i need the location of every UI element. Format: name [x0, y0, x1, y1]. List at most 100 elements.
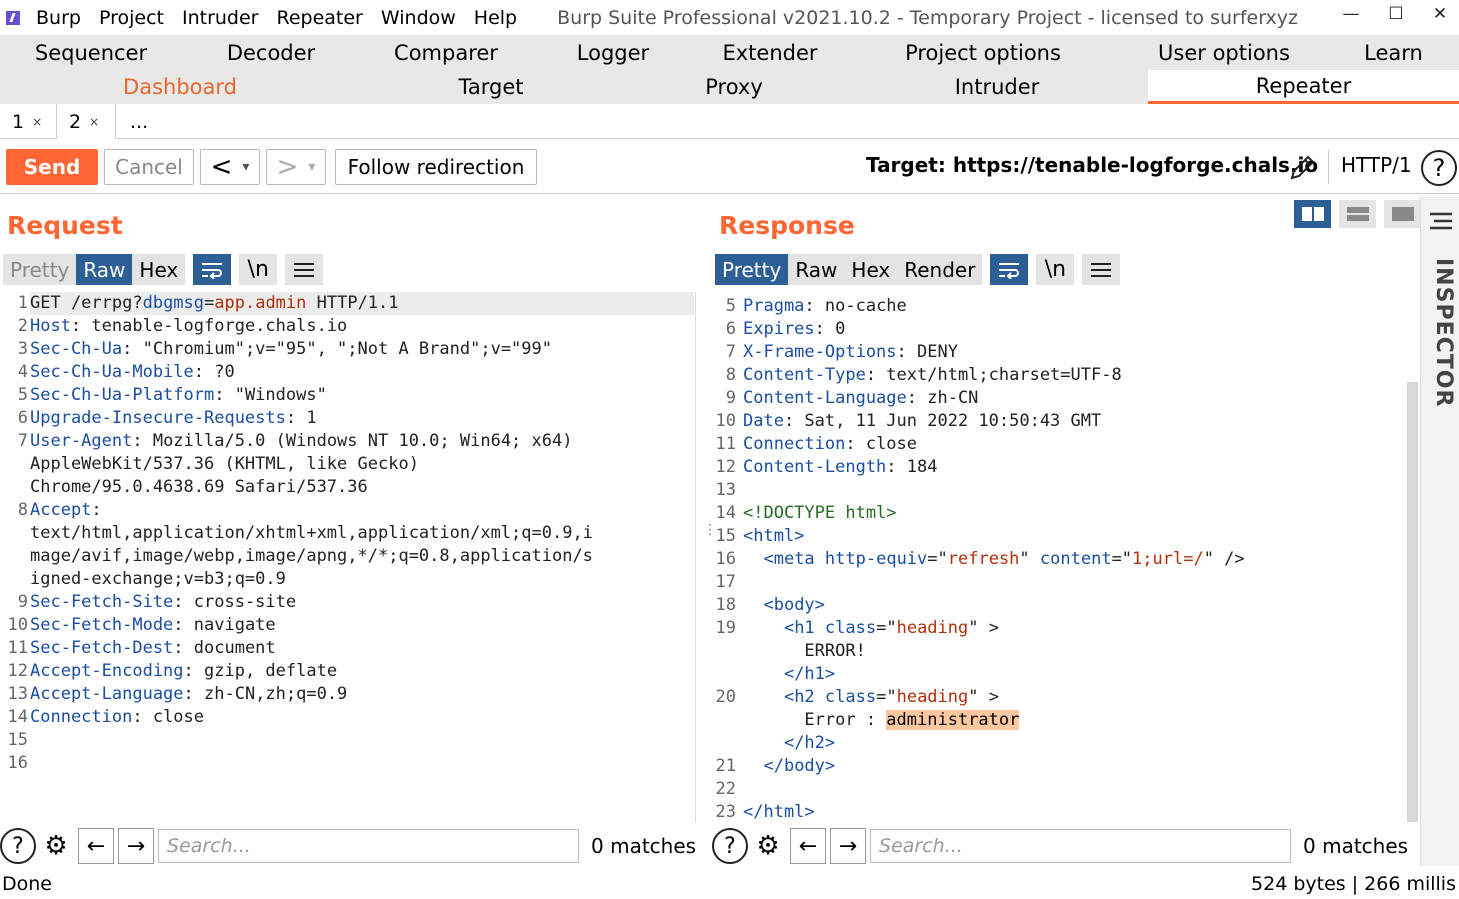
code-line[interactable]: [743, 778, 1245, 801]
follow-redirection-button[interactable]: Follow redirection: [335, 149, 537, 185]
response-scrollbar[interactable]: [1407, 382, 1418, 822]
code-line[interactable]: <body>: [743, 594, 1245, 617]
request-view-hex[interactable]: Hex: [132, 254, 186, 285]
wrap-icon[interactable]: [990, 254, 1029, 285]
code-line[interactable]: </body>: [743, 755, 1245, 778]
code-line[interactable]: Accept:: [30, 499, 694, 522]
response-view-render[interactable]: Render: [897, 254, 983, 285]
code-line[interactable]: Connection: close: [30, 706, 694, 729]
single-layout-icon[interactable]: [1384, 200, 1421, 228]
code-line[interactable]: </html>: [743, 801, 1245, 824]
settings-gear-icon[interactable]: ⚙: [750, 828, 786, 864]
menu-project[interactable]: Project: [99, 7, 164, 29]
request-view-raw[interactable]: Raw: [76, 254, 133, 285]
tab-learn[interactable]: Learn: [1328, 35, 1459, 70]
search-next-arrow-icon[interactable]: →: [830, 828, 866, 864]
response-view-pretty[interactable]: Pretty: [715, 254, 789, 285]
menu-repeater[interactable]: Repeater: [276, 7, 362, 29]
code-line[interactable]: mage/avif,image/webp,image/apng,*/*;q=0.…: [30, 545, 694, 568]
search-next-arrow-icon[interactable]: →: [118, 828, 154, 864]
code-line[interactable]: igned-exchange;v=b3;q=0.9: [30, 568, 694, 591]
search-prev-arrow-icon[interactable]: ←: [78, 828, 114, 864]
code-line[interactable]: Pragma: no-cache: [743, 295, 1245, 318]
wrap-icon[interactable]: [193, 254, 232, 285]
menu-help[interactable]: Help: [474, 7, 517, 29]
response-editor[interactable]: 5 6 7 8 9 10 11 12 13 14 15 16 17 18 19 20 21 22 23 Pragma…: [710, 295, 1406, 825]
code-line[interactable]: AppleWebKit/537.36 (KHTML, like Gecko): [30, 453, 694, 476]
close-tab-icon[interactable]: ×: [89, 115, 99, 129]
menu-icon[interactable]: [1082, 254, 1121, 285]
send-button[interactable]: Send: [6, 149, 98, 185]
code-line[interactable]: Connection: close: [743, 433, 1245, 456]
code-line[interactable]: GET /errpg?dbgmsg=app.admin HTTP/1.1: [30, 292, 694, 315]
cancel-button[interactable]: Cancel: [104, 149, 194, 185]
inspector-label[interactable]: INSPECTOR: [1424, 258, 1456, 407]
code-line[interactable]: [30, 752, 694, 775]
menu-burp[interactable]: Burp: [36, 7, 81, 29]
menu-icon[interactable]: [285, 254, 324, 285]
help-icon[interactable]: ?: [712, 828, 748, 864]
code-line[interactable]: text/html,application/xhtml+xml,applicat…: [30, 522, 694, 545]
newline-icon[interactable]: \n: [239, 254, 278, 285]
newline-icon[interactable]: \n: [1036, 254, 1075, 285]
code-line[interactable]: Content-Language: zh-CN: [743, 387, 1245, 410]
code-line[interactable]: Sec-Fetch-Dest: document: [30, 637, 694, 660]
code-line[interactable]: </h2>: [743, 732, 1245, 755]
response-view-hex[interactable]: Hex: [844, 254, 898, 285]
code-line[interactable]: <!DOCTYPE html>: [743, 502, 1245, 525]
tab-project-options[interactable]: Project options: [846, 35, 1120, 70]
inspector-menu-icon[interactable]: [1428, 210, 1454, 232]
search-prev-arrow-icon[interactable]: ←: [790, 828, 826, 864]
close-window-icon[interactable]: ✕: [1420, 4, 1459, 24]
code-line[interactable]: Sec-Ch-Ua-Mobile: ?0: [30, 361, 694, 384]
code-line[interactable]: Sec-Fetch-Mode: navigate: [30, 614, 694, 637]
code-line[interactable]: <h1 class="heading" >: [743, 617, 1245, 640]
code-line[interactable]: Sec-Ch-Ua-Platform: "Windows": [30, 384, 694, 407]
code-line[interactable]: <html>: [743, 525, 1245, 548]
help-icon[interactable]: ?: [0, 828, 36, 864]
edit-target-icon[interactable]: [1286, 152, 1318, 184]
code-line[interactable]: Upgrade-Insecure-Requests: 1: [30, 407, 694, 430]
code-line[interactable]: Error : administrator: [743, 709, 1245, 732]
new-tab-button[interactable]: ...: [118, 104, 168, 139]
code-line[interactable]: Host: tenable-logforge.chals.io: [30, 315, 694, 338]
code-line[interactable]: Chrome/95.0.4638.69 Safari/537.36: [30, 476, 694, 499]
request-code[interactable]: GET /errpg?dbgmsg=app.admin HTTP/1.1 Host…: [30, 292, 694, 775]
tab-sequencer[interactable]: Sequencer: [0, 35, 182, 70]
tab-logger[interactable]: Logger: [532, 35, 694, 70]
code-line[interactable]: Sec-Fetch-Site: cross-site: [30, 591, 694, 614]
code-line[interactable]: [743, 571, 1245, 594]
request-search-input[interactable]: Search...: [158, 829, 579, 863]
code-line[interactable]: X-Frame-Options: DENY: [743, 341, 1245, 364]
minimize-icon[interactable]: —: [1331, 4, 1371, 24]
request-editor[interactable]: 1 2 3 4 5 6 7 8 9 10 11 12 13 14 15 16 GET /errpg?dbgms…: [0, 292, 696, 822]
tab-proxy[interactable]: Proxy: [622, 70, 846, 104]
maximize-icon[interactable]: ☐: [1376, 4, 1416, 24]
history-forward-button[interactable]: > ▾: [266, 149, 326, 185]
code-line[interactable]: [30, 729, 694, 752]
code-line[interactable]: <meta http-equiv="refresh" content="1;ur…: [743, 548, 1244, 571]
response-code[interactable]: Pragma: no-cache Expires: 0 X-Frame-Option…: [743, 295, 1245, 824]
code-line[interactable]: Accept-Encoding: gzip, deflate: [30, 660, 694, 683]
tab-target[interactable]: Target: [360, 70, 622, 104]
stacked-layout-icon[interactable]: [1339, 200, 1376, 228]
code-line[interactable]: ERROR!: [743, 640, 1245, 663]
tab-intruder[interactable]: Intruder: [846, 70, 1148, 104]
code-line[interactable]: User-Agent: Mozilla/5.0 (Windows NT 10.0…: [30, 430, 694, 453]
chevron-down-icon[interactable]: ▾: [242, 159, 249, 175]
response-search-input[interactable]: Search...: [870, 829, 1291, 863]
repeater-tab-2[interactable]: 2 ×: [56, 104, 116, 139]
tab-extender[interactable]: Extender: [694, 35, 846, 70]
side-by-side-layout-icon[interactable]: [1294, 200, 1331, 228]
code-line[interactable]: Date: Sat, 11 Jun 2022 10:50:43 GMT: [743, 410, 1245, 433]
tab-comparer[interactable]: Comparer: [360, 35, 532, 70]
chevron-down-icon[interactable]: ▾: [308, 159, 315, 175]
code-line[interactable]: <h2 class="heading" >: [743, 686, 1245, 709]
tab-repeater[interactable]: Repeater: [1148, 70, 1459, 104]
close-tab-icon[interactable]: ×: [32, 115, 42, 129]
http-version-toggle[interactable]: HTTP/1: [1341, 153, 1412, 177]
code-line[interactable]: Accept-Language: zh-CN,zh;q=0.9: [30, 683, 694, 706]
code-line[interactable]: Sec-Ch-Ua: "Chromium";v="95", ";Not A Br…: [30, 338, 694, 361]
menu-window[interactable]: Window: [381, 7, 456, 29]
tab-dashboard[interactable]: Dashboard: [0, 70, 360, 104]
